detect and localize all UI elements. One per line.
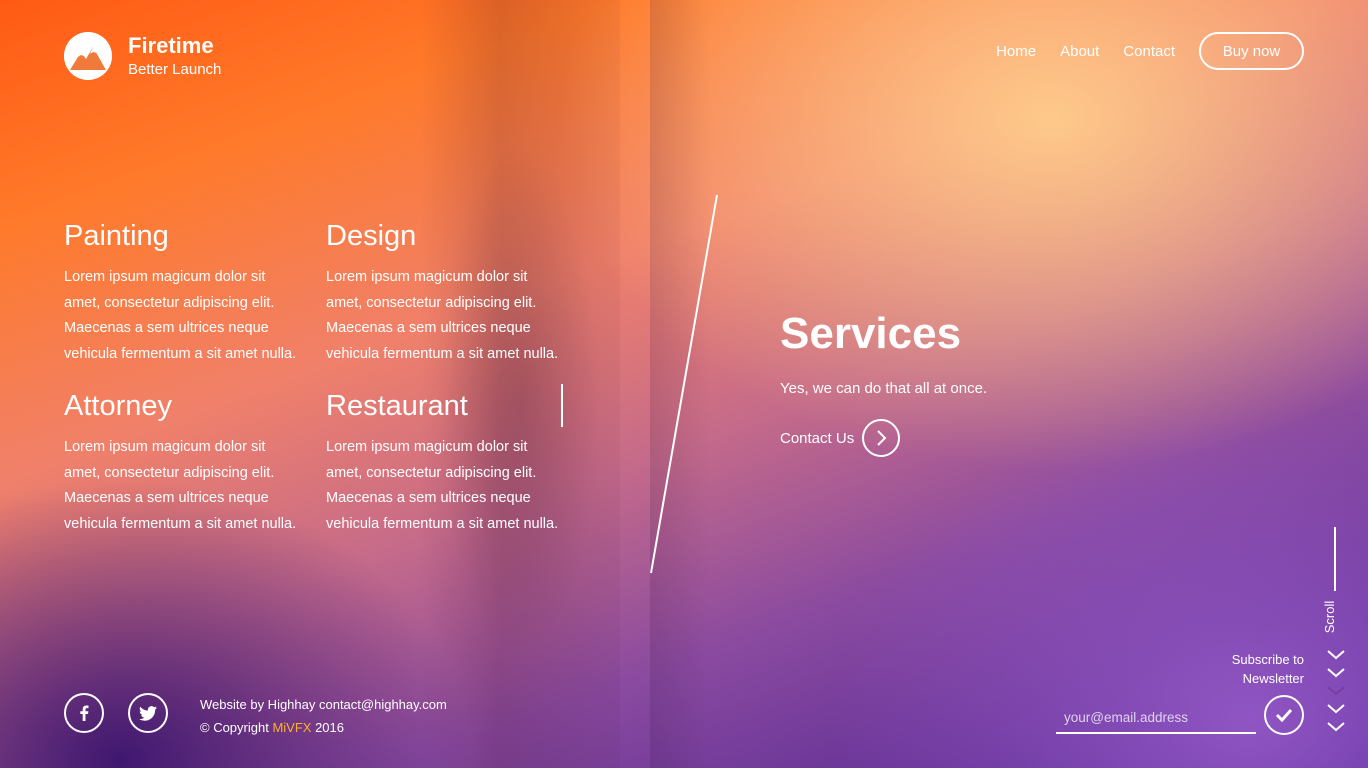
copyright-brand-link[interactable]: MiVFX [272, 720, 311, 735]
hero-title: Services [780, 309, 962, 358]
nav-about[interactable]: About [1060, 43, 1099, 60]
service-description: Lorem ipsum magicum dolor sit amet, cons… [326, 269, 559, 362]
contact-us-link[interactable]: Contact Us [780, 419, 987, 457]
buy-now-button[interactable]: Buy now [1199, 32, 1304, 70]
active-indicator-bar [561, 384, 563, 427]
chevron-right-icon[interactable] [862, 419, 901, 457]
twitter-icon[interactable] [128, 693, 168, 733]
service-painting: Painting Lorem ipsum magicum dolor sit a… [64, 219, 304, 367]
service-title: Painting [64, 220, 169, 252]
service-title: Design [326, 220, 417, 252]
brand-logo[interactable]: Firetime Better Launch [64, 32, 221, 80]
subscribe-line-2: Newsletter [1242, 671, 1304, 686]
diagonal-divider [650, 194, 718, 574]
nav-home[interactable]: Home [996, 43, 1036, 60]
service-design: Design Lorem ipsum magicum dolor sit ame… [326, 219, 566, 367]
subscribe-line-1: Subscribe to [1231, 652, 1304, 667]
hero-subtitle: Yes, we can do that all at once. [780, 380, 988, 397]
service-title: Attorney [64, 390, 172, 422]
mountain-logo-icon [64, 32, 112, 80]
service-title: Restaurant [326, 390, 468, 422]
nav-contact[interactable]: Contact [1123, 43, 1175, 60]
contact-us-label: Contact Us [780, 429, 855, 447]
scroll-label[interactable]: Scroll [1322, 597, 1337, 637]
footer-credits: Website by Highhay contact@highhay.com ©… [200, 693, 447, 739]
service-description: Lorem ipsum magicum dolor sit amet, cons… [326, 439, 559, 532]
brand-name: Firetime [128, 33, 214, 58]
subscribe-label: Subscribe to Newsletter [1232, 650, 1304, 688]
copyright-line: © Copyright MiVFX 2016 [200, 716, 447, 739]
copyright-prefix: © Copyright [200, 720, 273, 735]
services-hero: Services Yes, we can do that all at once… [780, 308, 987, 457]
checkmark-icon[interactable] [1264, 695, 1304, 735]
scroll-line [1334, 527, 1336, 591]
service-attorney: Attorney Lorem ipsum magicum dolor sit a… [64, 389, 304, 537]
credit-line: Website by Highhay contact@highhay.com [200, 697, 447, 712]
service-restaurant: Restaurant Lorem ipsum magicum dolor sit… [326, 389, 566, 537]
service-description: Lorem ipsum magicum dolor sit amet, cons… [64, 269, 297, 362]
newsletter-email-input[interactable] [1056, 702, 1256, 734]
brand-tagline: Better Launch [128, 61, 222, 78]
chevron-down-icon[interactable] [1326, 648, 1346, 736]
service-description: Lorem ipsum magicum dolor sit amet, cons… [64, 439, 297, 532]
main-nav: Home About Contact Buy now [996, 32, 1304, 70]
facebook-icon[interactable] [64, 693, 104, 733]
copyright-year: 2016 [311, 720, 344, 735]
